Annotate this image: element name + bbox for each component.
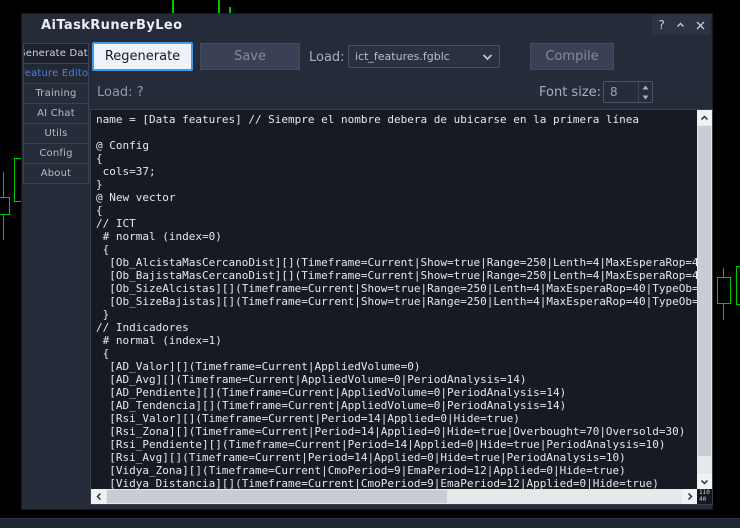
sidebar-tab[interactable]: About bbox=[23, 163, 89, 184]
corner-indicator-bottom: 40 bbox=[699, 496, 712, 503]
code-line: } bbox=[96, 178, 712, 191]
sidebar-tab[interactable]: Generate Data bbox=[23, 43, 89, 64]
sidebar: Generate DataFeature EditorTrainingAI Ch… bbox=[23, 43, 89, 184]
chart-line bbox=[172, 0, 174, 13]
code-content: name = [Data features] // Siempre el nom… bbox=[96, 113, 712, 504]
background-panel bbox=[0, 518, 740, 528]
code-line: [Rsi_Zona][](Timeframe=Current|Period=14… bbox=[96, 425, 712, 438]
code-line: [Ob_AlcistaMasCercanoDist][](Timeframe=C… bbox=[96, 256, 712, 269]
load-label: Load: bbox=[309, 50, 345, 65]
chevron-right-icon bbox=[686, 492, 694, 501]
code-line: { bbox=[96, 204, 712, 217]
code-line: [AD_Tendencia][](Timeframe=Current|Appli… bbox=[96, 399, 712, 412]
code-line: [AD_Pendiente][](Timeframe=Current|Appli… bbox=[96, 386, 712, 399]
horizontal-scroll-thumb[interactable] bbox=[107, 490, 447, 503]
font-size-input[interactable] bbox=[604, 82, 638, 102]
code-line: @ New vector bbox=[96, 191, 712, 204]
spinner-down-button[interactable] bbox=[639, 92, 652, 102]
code-line: name = [Data features] // Siempre el nom… bbox=[96, 113, 712, 126]
sidebar-tab[interactable]: AI Chat bbox=[23, 103, 89, 124]
code-line: // Indicadores bbox=[96, 321, 712, 334]
code-line: [Rsi_Valor][](Timeframe=Current|Period=1… bbox=[96, 412, 712, 425]
code-line: [AD_Valor][](Timeframe=Current|AppliedVo… bbox=[96, 360, 712, 373]
app-window: AiTaskRunerByLeo ? Generate DataFeature … bbox=[21, 13, 713, 510]
window-title: AiTaskRunerByLeo bbox=[41, 18, 182, 33]
triangle-up-icon bbox=[642, 85, 649, 90]
window-controls: ? bbox=[652, 15, 710, 35]
code-line: [Vidya_Zona][](Timeframe=Current|CmoPeri… bbox=[96, 464, 712, 477]
scrollbar-corner: 110 40 bbox=[697, 489, 712, 504]
code-line: { bbox=[96, 152, 712, 165]
code-line: [Ob_SizeBajistas][](Timeframe=Current|Sh… bbox=[96, 295, 712, 308]
sidebar-tab[interactable]: Feature Editor bbox=[23, 63, 89, 84]
chevron-down-icon bbox=[700, 478, 709, 486]
scroll-right-button[interactable] bbox=[682, 489, 697, 504]
scroll-left-button[interactable] bbox=[91, 489, 106, 504]
spinner-up-button[interactable] bbox=[639, 82, 652, 92]
code-line: # normal (index=1) bbox=[96, 334, 712, 347]
close-button[interactable] bbox=[692, 21, 708, 30]
load-select-value: ict_features.fgblc bbox=[355, 50, 482, 63]
chart-candle bbox=[717, 277, 731, 304]
code-line bbox=[96, 126, 712, 139]
chevron-down-icon bbox=[482, 53, 493, 61]
load-status: Load: ? bbox=[97, 85, 144, 100]
code-line: [Rsi_Pendiente][](Timeframe=Current|Peri… bbox=[96, 438, 712, 451]
sidebar-tab[interactable]: Training bbox=[23, 83, 89, 104]
chevron-up-icon bbox=[676, 21, 685, 29]
chevron-up-icon bbox=[700, 114, 709, 122]
horizontal-scrollbar bbox=[91, 489, 697, 504]
sidebar-tab[interactable]: Config bbox=[23, 143, 89, 164]
load-select[interactable]: ict_features.fgblc bbox=[348, 45, 500, 68]
chevron-left-icon bbox=[95, 492, 103, 501]
chart-candle bbox=[736, 266, 740, 305]
save-button[interactable]: Save bbox=[200, 43, 300, 70]
vertical-scroll-thumb[interactable] bbox=[698, 126, 711, 456]
code-line: # normal (index=0) bbox=[96, 230, 712, 243]
vertical-scrollbar bbox=[697, 110, 712, 489]
code-line: @ Config bbox=[96, 139, 712, 152]
corner-indicator-top: 110 bbox=[699, 489, 712, 496]
triangle-down-icon bbox=[642, 95, 649, 100]
code-line: { bbox=[96, 243, 712, 256]
code-line: [Rsi_Avg][](Timeframe=Current|Period=14|… bbox=[96, 451, 712, 464]
scroll-down-button[interactable] bbox=[697, 474, 712, 489]
desktop-background: AiTaskRunerByLeo ? Generate DataFeature … bbox=[0, 0, 740, 528]
code-line: // ICT bbox=[96, 217, 712, 230]
help-button[interactable]: ? bbox=[654, 15, 670, 35]
spinner-buttons bbox=[638, 82, 652, 102]
sidebar-tab[interactable]: Utils bbox=[23, 123, 89, 144]
close-icon bbox=[696, 21, 705, 30]
font-size-spinner bbox=[603, 81, 653, 103]
regenerate-button[interactable]: Regenerate bbox=[92, 42, 193, 71]
chart-line bbox=[218, 0, 220, 13]
code-line: { bbox=[96, 347, 712, 360]
code-line: [Ob_BajistaMasCercanoDist][](Timeframe=C… bbox=[96, 269, 712, 282]
code-line: cols=37; bbox=[96, 165, 712, 178]
title-bar[interactable]: AiTaskRunerByLeo ? bbox=[22, 14, 712, 38]
chart-candle bbox=[0, 197, 10, 215]
code-editor[interactable]: name = [Data features] // Siempre el nom… bbox=[90, 109, 713, 505]
code-line: [Ob_SizeAlcistas][](Timeframe=Current|Sh… bbox=[96, 282, 712, 295]
font-size-label: Font size: bbox=[539, 85, 601, 100]
compile-button[interactable]: Compile bbox=[530, 43, 614, 70]
minimize-button[interactable] bbox=[673, 21, 689, 29]
scroll-up-button[interactable] bbox=[697, 110, 712, 125]
code-line: } bbox=[96, 308, 712, 321]
code-line: [AD_Avg][](Timeframe=Current|AppliedVolu… bbox=[96, 373, 712, 386]
